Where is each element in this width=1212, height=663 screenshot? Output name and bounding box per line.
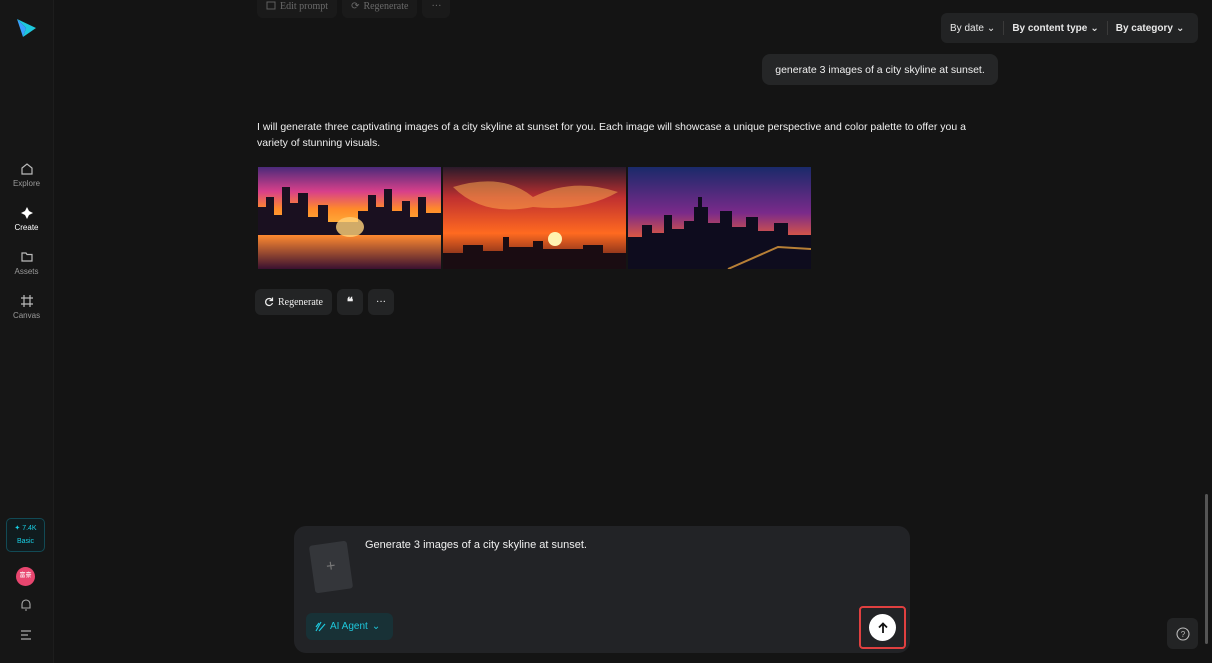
edit-prompt-label: Edit prompt	[280, 0, 329, 12]
svg-text:?: ?	[1180, 630, 1185, 639]
quote-icon: ❝	[346, 294, 354, 309]
credits-value: 7.4K	[22, 525, 37, 532]
nav-explore-label: Explore	[12, 179, 41, 188]
generated-image-3[interactable]	[628, 167, 811, 269]
divider	[1106, 21, 1108, 35]
nav-canvas[interactable]: Canvas	[0, 294, 53, 320]
user-message-text: generate 3 images of a city skyline at s…	[775, 63, 985, 76]
chevron-down-icon: ⌄	[1090, 22, 1099, 34]
ai-response-text: I will generate three captivating images…	[257, 121, 966, 149]
plus-icon: +	[325, 557, 337, 576]
canvas-icon	[20, 295, 33, 307]
nav-canvas-label: Canvas	[12, 311, 41, 320]
faded-regenerate-button[interactable]: ⟳ Regenerate	[342, 0, 418, 18]
faded-more-button[interactable]: ···	[422, 0, 451, 18]
more-icon: ···	[375, 296, 386, 308]
filter-by-date[interactable]: By date ⌄	[950, 23, 995, 34]
filter-by-category[interactable]: By category ⌄	[1116, 23, 1185, 34]
message-actions: Regenerate ❝ ···	[255, 289, 394, 315]
generated-images	[258, 167, 811, 269]
send-button[interactable]	[869, 614, 896, 641]
chevron-down-icon: ⌄	[1175, 22, 1185, 34]
generated-image-1[interactable]	[258, 167, 441, 269]
nav-assets[interactable]: Assets	[0, 250, 53, 276]
ai-agent-dropdown[interactable]: AI Agent ⌄	[306, 613, 393, 640]
plan-label: Basic	[16, 538, 35, 545]
quote-button[interactable]: ❝	[336, 289, 363, 315]
nav-create[interactable]: Create	[0, 206, 53, 232]
scrollbar[interactable]	[1205, 494, 1208, 644]
filter-by-category-label: By category	[1115, 22, 1173, 34]
filter-by-content-type-label: By content type	[1012, 22, 1088, 34]
prompt-input[interactable]: Generate 3 images of a city skyline at s…	[365, 539, 587, 551]
sparkle-icon	[20, 207, 33, 219]
edit-icon	[266, 1, 276, 10]
refresh-icon: ⟳	[351, 0, 360, 12]
sidebar: Explore Create Assets Canvas ✦ 7.4K Basi…	[0, 0, 54, 663]
filter-by-date-label: By date	[950, 22, 984, 34]
more-icon: ···	[431, 0, 442, 12]
avatar[interactable]: 富豪	[16, 567, 35, 586]
divider	[1003, 21, 1005, 35]
home-icon	[20, 163, 33, 175]
agent-icon	[315, 621, 326, 632]
more-button[interactable]: ···	[367, 289, 394, 315]
folder-icon	[20, 252, 33, 262]
credits-badge[interactable]: ✦ 7.4K Basic	[6, 518, 45, 552]
chevron-down-icon: ⌄	[986, 22, 996, 34]
filter-by-content-type[interactable]: By content type ⌄	[1012, 23, 1098, 34]
nav-assets-label: Assets	[14, 267, 39, 276]
prompt-composer: + Generate 3 images of a city skyline at…	[294, 526, 910, 653]
previous-message-actions: Edit prompt ⟳ Regenerate ···	[257, 0, 451, 18]
filter-bar: By date ⌄ By content type ⌄ By category …	[941, 13, 1198, 43]
refresh-icon	[265, 297, 274, 307]
add-reference-button[interactable]: +	[308, 540, 354, 594]
chevron-down-icon: ⌄	[371, 621, 381, 632]
nav-create-label: Create	[14, 223, 39, 232]
regenerate-label: Regenerate	[278, 296, 323, 308]
nav-explore[interactable]: Explore	[0, 162, 53, 188]
send-highlight	[859, 606, 906, 649]
bell-icon[interactable]	[19, 598, 33, 612]
generated-image-2[interactable]	[443, 167, 626, 269]
help-icon: ?	[1175, 626, 1190, 641]
menu-icon[interactable]	[19, 627, 33, 641]
logo-icon[interactable]	[14, 16, 38, 40]
regenerate-button[interactable]: Regenerate	[255, 289, 332, 315]
edit-prompt-button[interactable]: Edit prompt	[257, 0, 338, 18]
ai-agent-label: AI Agent	[330, 621, 368, 632]
faded-regenerate-label: Regenerate	[363, 0, 409, 12]
help-button[interactable]: ?	[1167, 618, 1198, 649]
diamond-icon: ✦	[14, 525, 21, 532]
arrow-up-icon	[877, 621, 888, 633]
user-message-bubble: generate 3 images of a city skyline at s…	[762, 54, 998, 85]
